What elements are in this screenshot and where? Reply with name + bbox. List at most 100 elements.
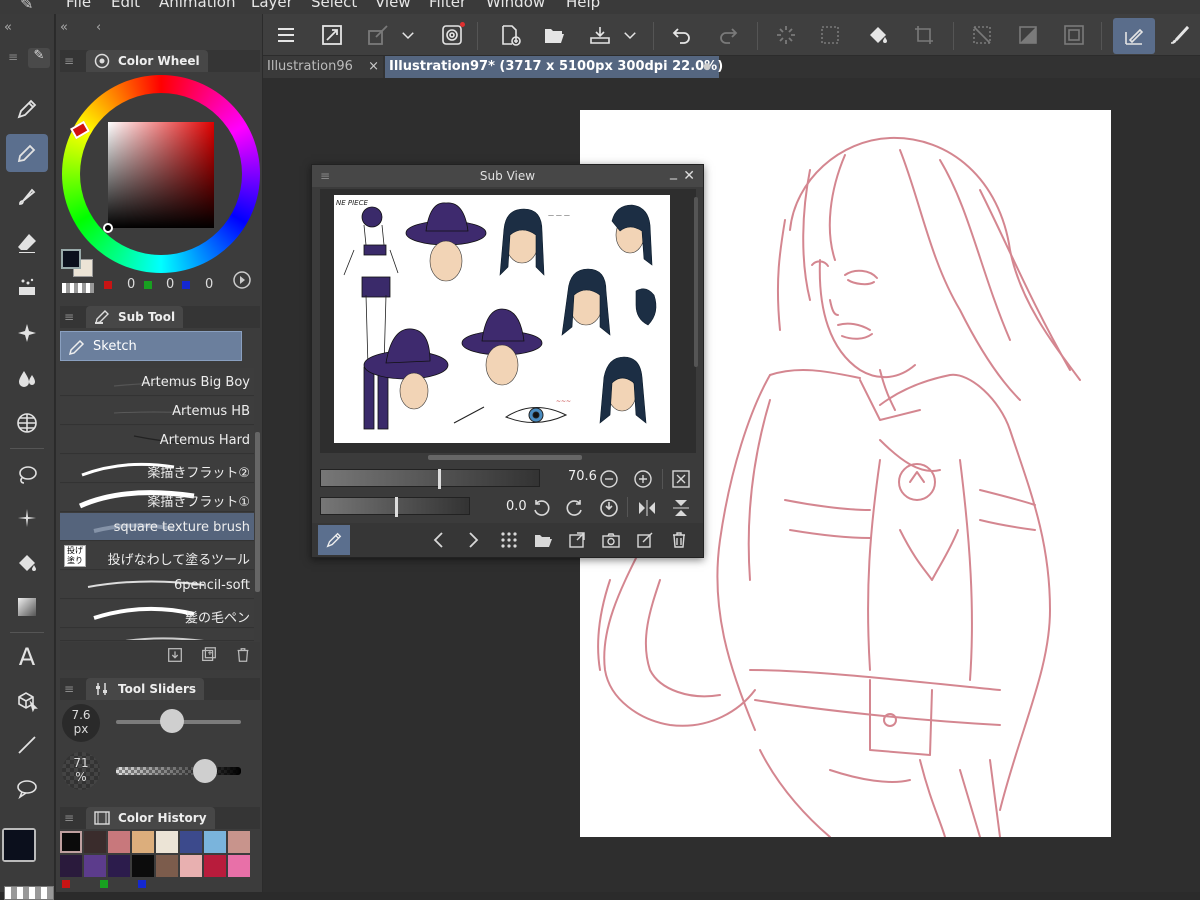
menu-view[interactable]: View	[375, 0, 411, 11]
sub-tool-scrollbar[interactable]	[255, 432, 260, 592]
menu-window[interactable]: Window	[486, 0, 545, 11]
mini-transparent-swatch[interactable]	[62, 283, 94, 293]
opacity-slider[interactable]	[116, 759, 241, 783]
balloon-tool[interactable]	[6, 770, 48, 808]
lasso-tool[interactable]	[6, 456, 48, 494]
zoom-out-button[interactable]	[596, 466, 622, 492]
saturation-value-square[interactable]	[108, 122, 214, 228]
download-icon[interactable]	[166, 646, 184, 664]
eyedropper-button[interactable]	[318, 525, 350, 555]
dropdown-button[interactable]	[399, 20, 417, 50]
auto-select-tool[interactable]	[6, 500, 48, 538]
brush-size-slider[interactable]	[116, 709, 241, 733]
rotate-right-button[interactable]	[562, 495, 588, 521]
menu-help[interactable]: Help	[566, 0, 600, 11]
rotate-left-button[interactable]	[528, 495, 554, 521]
loading-button[interactable]	[771, 20, 801, 50]
chevron-left-icon[interactable]: ‹	[96, 20, 101, 35]
text-tool[interactable]: A	[6, 638, 48, 676]
companion-button[interactable]	[437, 20, 467, 50]
sparkle-tool[interactable]	[6, 314, 48, 352]
hamburger-menu-button[interactable]	[271, 20, 301, 50]
open-file-button[interactable]	[539, 20, 569, 50]
gradient-tool[interactable]	[6, 588, 48, 626]
transform-button[interactable]	[363, 20, 393, 50]
color-mode-toggle-icon[interactable]	[232, 270, 252, 290]
expand-selection-button[interactable]	[1059, 20, 1089, 50]
invert-selection-button[interactable]	[1013, 20, 1043, 50]
flip-vertical-button[interactable]	[668, 495, 694, 521]
sub-view-image-frame[interactable]: NE PIECE ~~~ — — —	[320, 189, 696, 453]
grid-tool[interactable]	[6, 404, 48, 442]
transparent-color-swatch[interactable]	[4, 886, 54, 900]
tab-illustration97[interactable]: Illustration97* (3717 x 5100px 300dpi 22…	[385, 56, 723, 78]
eraser-tool[interactable]	[6, 224, 48, 262]
brush-item-artemus-big-boy[interactable]: Artemus Big Boy	[60, 368, 254, 396]
next-image-button[interactable]	[460, 527, 486, 553]
operation-tool[interactable]	[6, 682, 48, 720]
fit-view-button[interactable]	[317, 20, 347, 50]
crop-button[interactable]	[909, 20, 939, 50]
sub-tool-group-tab[interactable]: Sketch	[60, 331, 242, 361]
color-history-swatch[interactable]	[228, 831, 250, 853]
save-dropdown-button[interactable]	[621, 20, 639, 50]
sub-view-titlebar[interactable]: ≡ Sub View _ ✕	[312, 164, 703, 187]
reference-image[interactable]: NE PIECE ~~~ — — —	[334, 195, 670, 443]
color-history-swatch[interactable]	[180, 855, 202, 877]
fill-selection-button[interactable]	[863, 20, 893, 50]
snapshot-button[interactable]	[598, 527, 624, 553]
previous-image-button[interactable]	[426, 527, 452, 553]
edit-image-button[interactable]	[632, 527, 658, 553]
brush-item-hair-pen[interactable]: 髪の毛ペン	[60, 600, 254, 628]
color-history-swatch[interactable]	[84, 855, 106, 877]
zoom-in-button[interactable]	[630, 466, 656, 492]
fit-to-window-button[interactable]	[668, 466, 694, 492]
reset-rotation-button[interactable]	[596, 495, 622, 521]
pencil-tool[interactable]	[6, 134, 48, 172]
fill-tool[interactable]	[6, 544, 48, 582]
line-tool[interactable]	[6, 726, 48, 764]
brush-tool[interactable]	[6, 178, 48, 216]
sub-view-vscrollbar[interactable]	[694, 197, 698, 367]
save-button[interactable]	[585, 20, 615, 50]
pen-tool[interactable]	[6, 90, 48, 128]
menu-layer[interactable]: Layer	[251, 0, 293, 11]
zoom-slider[interactable]	[320, 469, 540, 489]
import-image-button[interactable]	[530, 527, 556, 553]
new-canvas-button[interactable]	[495, 20, 525, 50]
rotate-slider-knob[interactable]	[395, 497, 398, 517]
color-history-swatch[interactable]	[108, 855, 130, 877]
color-history-swatch[interactable]	[156, 831, 178, 853]
color-history-swatch[interactable]	[204, 831, 226, 853]
opacity-slider-knob[interactable]	[192, 759, 217, 783]
color-history-swatch[interactable]	[132, 831, 154, 853]
menu-file[interactable]: File	[66, 0, 91, 11]
menu-filter[interactable]: Filter	[429, 0, 466, 11]
duplicate-icon[interactable]	[200, 646, 218, 664]
collapse-icon[interactable]: «	[4, 20, 12, 35]
brush-item-square-texture-brush[interactable]: square texture brush	[60, 513, 254, 541]
close-icon[interactable]: ✕	[683, 165, 695, 187]
color-history-swatch[interactable]	[228, 855, 250, 877]
app-logo-icon[interactable]: ✎	[20, 0, 42, 13]
undo-button[interactable]	[667, 20, 697, 50]
rotate-slider[interactable]	[320, 497, 470, 517]
brush-item-lasso-fill[interactable]: 投げ 塗り 投げなわして塗るツール	[60, 542, 254, 570]
trash-icon[interactable]	[234, 646, 252, 664]
tab-close-icon[interactable]: ×	[368, 56, 379, 78]
minimize-icon[interactable]: _	[670, 161, 677, 183]
color-history-swatch[interactable]	[180, 831, 202, 853]
menu-select[interactable]: Select	[311, 0, 357, 11]
snap-pen-button[interactable]	[1113, 18, 1155, 54]
color-history-swatch[interactable]	[204, 855, 226, 877]
brush-item-rakugaki-flat-2[interactable]: 楽描きフラット②	[60, 455, 254, 483]
delete-image-button[interactable]	[666, 527, 692, 553]
color-picker-marker[interactable]	[103, 223, 113, 233]
color-history-swatch[interactable]	[60, 831, 82, 853]
brush-item-6pencil-soft[interactable]: 6pencil-soft	[60, 571, 254, 599]
menu-animation[interactable]: Animation	[159, 0, 235, 11]
brush-settings-button[interactable]	[1161, 20, 1197, 50]
tab-illustration96[interactable]: Illustration96 ×	[263, 56, 383, 78]
sub-view-hscrollbar[interactable]	[428, 455, 582, 460]
collapse-icon[interactable]: «	[60, 20, 68, 35]
